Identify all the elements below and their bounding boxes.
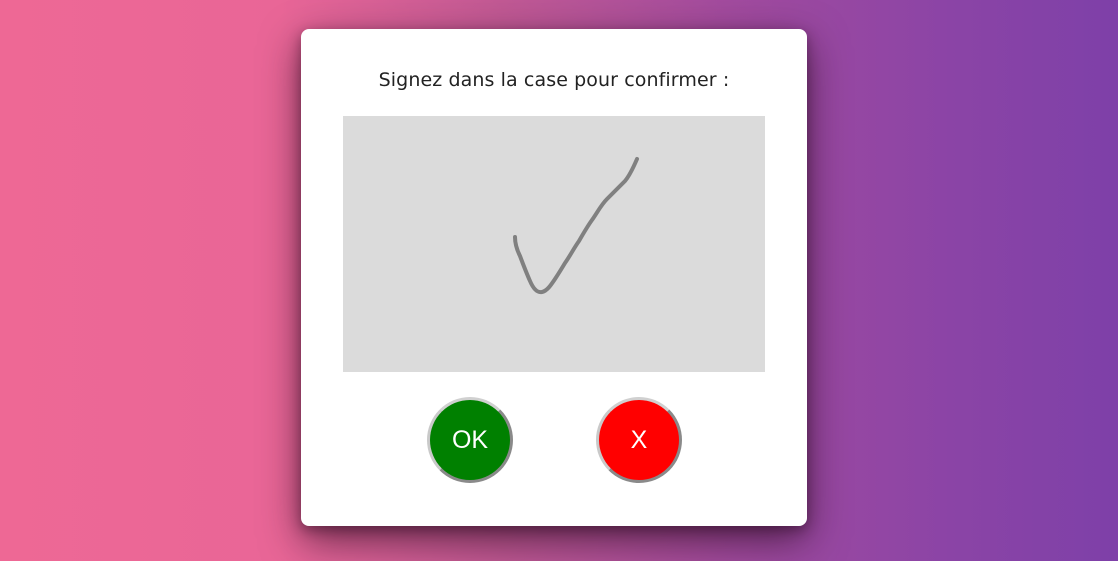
signature-prompt: Signez dans la case pour confirmer :	[378, 69, 730, 91]
signature-pad[interactable]	[343, 116, 765, 372]
cancel-button[interactable]: X	[596, 397, 682, 483]
ok-button[interactable]: OK	[427, 397, 513, 483]
signature-dialog: Signez dans la case pour confirmer : OK …	[301, 29, 807, 526]
signature-stroke	[513, 157, 639, 295]
